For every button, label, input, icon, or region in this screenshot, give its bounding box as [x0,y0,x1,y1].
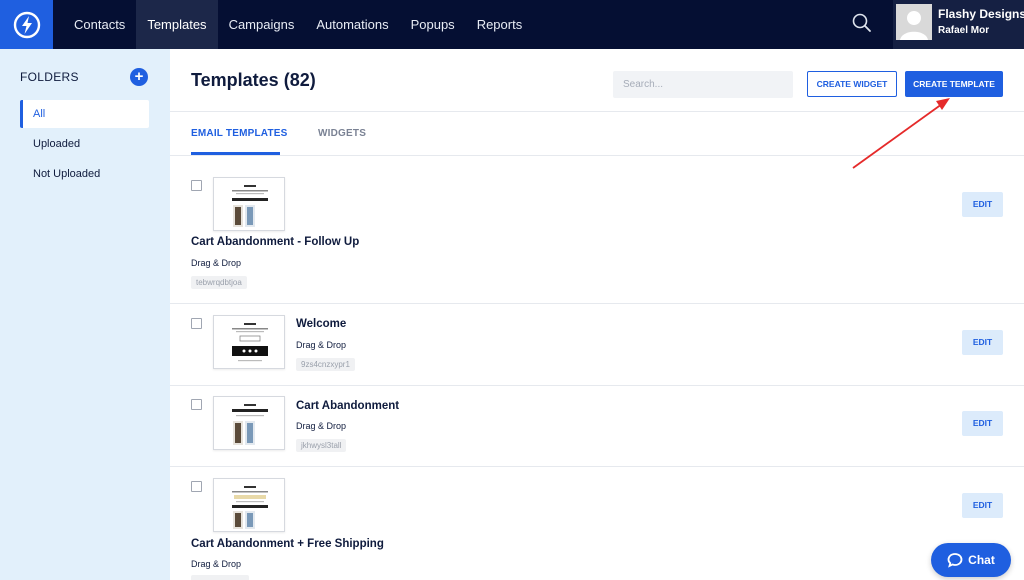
page-title: Templates (82) [191,70,316,90]
template-id-badge [191,575,249,580]
email-preview-image [228,321,272,367]
row-divider [170,385,1024,386]
edit-button[interactable]: EDIT [962,192,1003,217]
main-nav: Contacts Templates Campaigns Automations… [63,0,533,49]
folder-all[interactable]: All [20,100,149,128]
nav-contacts[interactable]: Contacts [63,0,136,49]
chat-button[interactable]: Chat [931,543,1011,577]
add-folder-button[interactable]: + [130,68,148,86]
create-widget-button[interactable]: CREATE WIDGET [807,71,897,97]
row-divider [170,303,1024,304]
row-checkbox[interactable] [191,180,202,191]
nav-campaigns[interactable]: Campaigns [218,0,306,49]
nav-templates[interactable]: Templates [136,0,218,49]
nav-automations[interactable]: Automations [305,0,399,49]
email-preview-image [228,183,272,229]
nav-reports[interactable]: Reports [466,0,534,49]
template-id-badge: tebwrqdbtjoa [191,276,247,289]
avatar [896,4,932,40]
template-thumbnail[interactable] [213,315,285,369]
user-placeholder-icon [896,4,932,40]
edit-button[interactable]: EDIT [962,330,1003,355]
create-template-button[interactable]: CREATE TEMPLATE [905,71,1003,97]
row-checkbox[interactable] [191,318,202,329]
template-id-badge: 9zs4cnzxypr1 [296,358,355,371]
folders-heading: FOLDERS [20,70,79,84]
template-id-badge: jkhwysl3tall [296,439,347,452]
user-menu[interactable]: Flashy Designs Rafael Mor [893,0,1024,49]
template-type: Drag & Drop [191,258,242,268]
template-type: Drag & Drop [191,559,242,569]
edit-button[interactable]: EDIT [962,493,1003,518]
template-type: Drag & Drop [296,421,347,431]
template-title[interactable]: Cart Abandonment + Free Shipping [191,538,384,550]
template-type: Drag & Drop [296,340,347,350]
top-navigation-bar: Contacts Templates Campaigns Automations… [0,0,1024,49]
chat-bubble-icon [947,553,963,568]
search-input[interactable] [613,71,793,98]
tab-widgets[interactable]: WIDGETS [318,128,366,139]
row-checkbox[interactable] [191,399,202,410]
user-name: Rafael Mor [938,25,990,36]
folder-not-uploaded[interactable]: Not Uploaded [20,160,149,188]
template-thumbnail[interactable] [213,396,285,450]
flashy-logo[interactable] [0,0,53,49]
edit-button[interactable]: EDIT [962,411,1003,436]
header-divider [170,111,1024,112]
template-title[interactable]: Cart Abandonment [296,400,399,412]
template-thumbnail[interactable] [213,478,285,532]
email-preview-image [228,484,272,530]
plus-icon: + [134,68,144,85]
tabs-divider [170,155,1024,156]
lightning-bolt-icon [13,11,40,38]
email-preview-image [228,402,272,448]
chat-label: Chat [968,553,995,567]
template-title[interactable]: Welcome [296,318,346,330]
template-thumbnail[interactable] [213,177,285,231]
tab-email-templates[interactable]: EMAIL TEMPLATES [191,128,288,139]
nav-popups[interactable]: Popups [400,0,466,49]
row-divider [170,466,1024,467]
user-company-name: Flashy Designs [938,7,1024,21]
row-checkbox[interactable] [191,481,202,492]
search-icon[interactable] [851,12,873,34]
folder-uploaded[interactable]: Uploaded [20,130,149,158]
folders-sidebar: FOLDERS + All Uploaded Not Uploaded [0,49,170,580]
template-title[interactable]: Cart Abandonment - Follow Up [191,236,359,248]
